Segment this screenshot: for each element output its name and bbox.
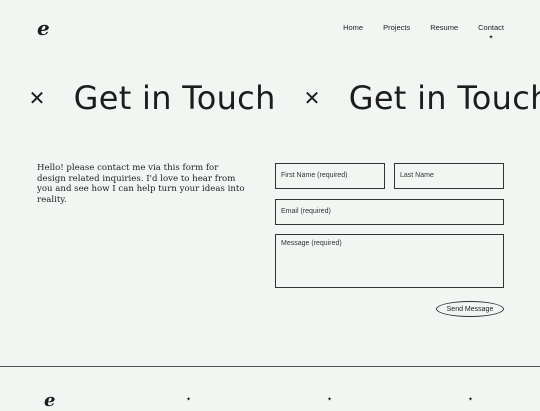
last-name-placeholder: Last Name: [400, 172, 434, 179]
cross-star-icon: ✕: [28, 86, 46, 110]
nav-contact-label: Contact: [478, 23, 504, 32]
intro-text: Hello! please contact me via this form f…: [37, 163, 245, 205]
nav-home[interactable]: Home: [343, 23, 363, 32]
marquee-fragment: h: [0, 76, 1, 120]
last-name-field[interactable]: Last Name: [394, 163, 504, 189]
send-message-button[interactable]: Send Message: [436, 301, 504, 317]
cross-star-icon: ✕: [303, 86, 321, 110]
main-nav: Home Projects Resume Contact ✦: [343, 23, 504, 41]
logo[interactable]: e: [37, 18, 50, 38]
star-icon: ✦: [468, 397, 474, 403]
first-name-field[interactable]: First Name (required): [275, 163, 385, 189]
footer-logo[interactable]: e: [44, 392, 55, 410]
footer-divider: [0, 366, 540, 367]
first-name-placeholder: First Name (required): [281, 172, 348, 179]
email-field[interactable]: Email (required): [275, 199, 504, 225]
message-placeholder: Message (required): [281, 240, 342, 247]
active-star-icon: ✦: [488, 35, 494, 41]
nav-projects[interactable]: Projects: [383, 23, 410, 32]
star-icon: ✦: [327, 397, 333, 403]
message-field[interactable]: Message (required): [275, 234, 504, 288]
marquee-heading: Get in Touch: [348, 79, 540, 117]
email-placeholder: Email (required): [281, 208, 331, 215]
star-icon: ✦: [186, 397, 192, 403]
marquee-heading: Get in Touch: [73, 79, 276, 117]
heading-marquee: h ✕ Get in Touch ✕ Get in Touch: [0, 76, 540, 120]
nav-resume[interactable]: Resume: [430, 23, 458, 32]
nav-contact[interactable]: Contact ✦: [478, 23, 504, 41]
